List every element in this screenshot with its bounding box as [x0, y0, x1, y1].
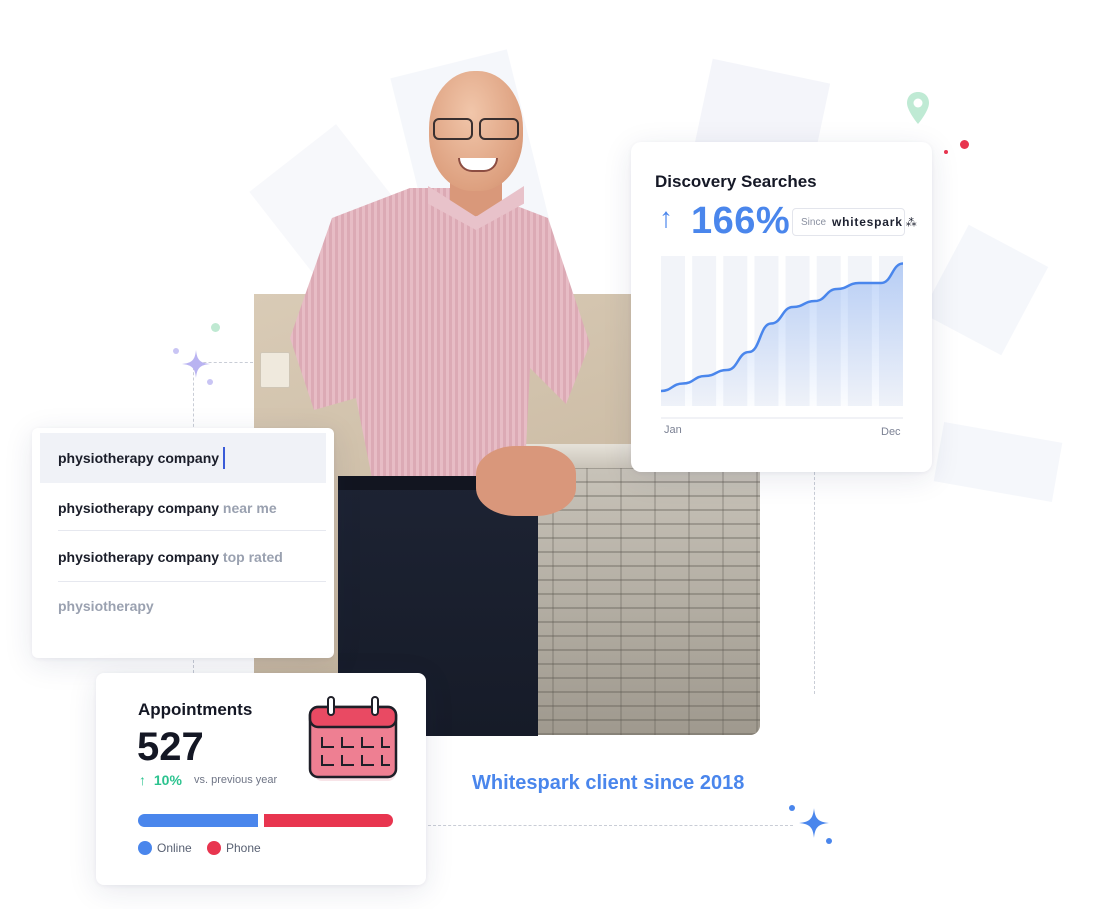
x-tick-label: Jan	[664, 424, 682, 436]
online-share-bar	[138, 814, 258, 827]
calendar-icon	[308, 696, 398, 781]
sparkle-icon	[799, 808, 829, 838]
decor-dot	[173, 348, 179, 354]
connector-line	[428, 825, 793, 826]
whitespark-logo: whitespark	[832, 215, 903, 229]
spark-icon: ⁂	[905, 216, 917, 229]
background-ray	[921, 224, 1049, 356]
legend-label: Online	[157, 841, 192, 855]
suggestion-query: physiotherapy company	[58, 500, 220, 516]
search-input[interactable]: physiotherapy company	[40, 433, 326, 483]
background-ray	[933, 422, 1063, 502]
suggestion-completion: near me	[219, 500, 277, 516]
sparkle-icon	[182, 350, 210, 378]
decor-dot	[960, 140, 969, 149]
x-tick-label: Dec	[881, 426, 901, 438]
suggestion-completion: top rated	[219, 549, 283, 565]
decor-dot	[789, 805, 795, 811]
appointment-count: 527	[137, 725, 204, 769]
legend-phone: Phone	[207, 841, 261, 855]
since-label: Since	[801, 216, 827, 228]
growth-percent: 166%	[691, 200, 791, 242]
arrow-up-icon: ↑	[659, 202, 673, 233]
suggestion-completion: physiotherapy	[58, 598, 154, 614]
change-value: 10%	[153, 772, 182, 788]
change-label: vs. previous year	[194, 774, 278, 786]
legend-dot	[207, 841, 221, 855]
discovery-searches-card: Discovery Searches ↑ 166% Since whitespa…	[631, 142, 932, 472]
suggestion-query: physiotherapy company	[58, 549, 220, 565]
decor-dot	[944, 150, 948, 154]
decor-dot	[211, 323, 220, 332]
decor-dot	[826, 838, 832, 844]
text-caret	[223, 447, 225, 469]
search-suggestions-panel: physiotherapy company physiotherapy comp…	[32, 428, 334, 658]
client-since-caption: Whitespark client since 2018	[472, 772, 745, 794]
card-title: Discovery Searches	[655, 172, 817, 191]
change-indicator: ↑ 10%	[139, 772, 182, 788]
discovery-chart	[660, 256, 904, 419]
since-badge: Since whitespark ⁂	[792, 208, 917, 236]
appointments-card: Appointments 527 ↑ 10% vs. previous year…	[96, 673, 426, 885]
phone-share-bar	[264, 814, 393, 827]
connector-line	[814, 472, 815, 694]
card-title: Appointments	[138, 700, 253, 719]
legend-label: Phone	[226, 841, 261, 855]
suggestion-query: physiotherapy company	[58, 450, 220, 466]
divider	[58, 530, 326, 531]
arrow-up-icon: ↑	[139, 772, 146, 788]
suggestion-item[interactable]: physiotherapy company near me	[40, 483, 326, 533]
legend-online: Online	[138, 841, 192, 855]
suggestion-item[interactable]: physiotherapy company top rated	[40, 532, 326, 582]
map-pin-icon	[907, 92, 929, 124]
legend-dot	[138, 841, 152, 855]
suggestion-item[interactable]: physiotherapy	[40, 581, 326, 631]
